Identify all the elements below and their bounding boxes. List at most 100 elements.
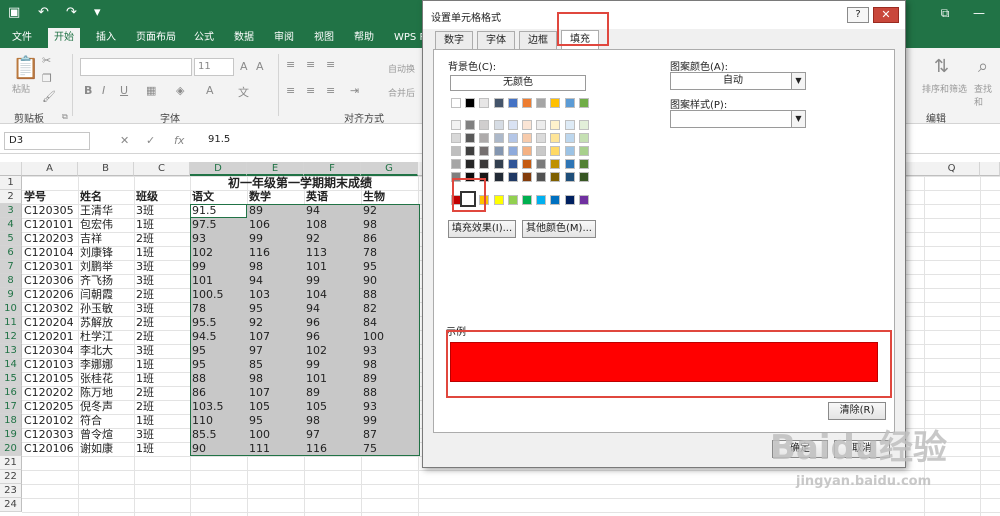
color-swatch[interactable] <box>565 120 575 130</box>
color-swatch[interactable] <box>550 172 560 182</box>
color-swatch[interactable] <box>565 133 575 143</box>
table-cell[interactable]: 3班 <box>134 274 190 288</box>
table-cell[interactable]: 92 <box>361 204 417 218</box>
color-swatch[interactable] <box>465 98 475 108</box>
color-swatch[interactable] <box>579 133 589 143</box>
color-swatch[interactable] <box>536 172 546 182</box>
color-swatch[interactable] <box>550 98 560 108</box>
name-box[interactable]: D3 <box>4 132 90 150</box>
table-cell[interactable]: 95 <box>361 260 417 274</box>
grow-font-icon[interactable]: A <box>240 60 248 73</box>
row-header[interactable]: 9 <box>0 288 22 302</box>
color-swatch[interactable] <box>565 146 575 156</box>
table-cell[interactable]: 3班 <box>134 302 190 316</box>
insert-function-icon[interactable]: fx <box>174 134 184 147</box>
color-swatch[interactable] <box>451 146 461 156</box>
tab-font[interactable]: 字体 <box>477 31 515 49</box>
chevron-down-icon[interactable]: ▼ <box>791 111 805 127</box>
color-swatch[interactable] <box>494 120 504 130</box>
color-swatch[interactable] <box>494 98 504 108</box>
table-cell[interactable]: 3班 <box>134 344 190 358</box>
table-cell[interactable]: 86 <box>190 386 246 400</box>
select-all-corner[interactable] <box>0 162 22 176</box>
table-cell[interactable]: 113 <box>304 246 360 260</box>
copy-icon[interactable]: ❐ <box>42 72 52 85</box>
table-cell[interactable]: C120201 <box>22 330 78 344</box>
paste-label[interactable]: 粘贴 <box>12 82 30 95</box>
borders-icon[interactable]: ▦ <box>146 84 156 97</box>
pattern-color-select[interactable]: 自动 ▼ <box>670 72 806 90</box>
table-cell[interactable]: 刘康锋 <box>78 246 134 260</box>
table-cell[interactable]: 89 <box>361 372 417 386</box>
color-swatch[interactable] <box>565 172 575 182</box>
row-header[interactable]: 12 <box>0 330 22 344</box>
table-cell[interactable]: 94 <box>304 204 360 218</box>
customize-toolbar-icon[interactable]: ▾ <box>94 5 101 20</box>
chevron-down-icon[interactable]: ▼ <box>791 73 805 89</box>
table-cell[interactable]: 曾令煊 <box>78 428 134 442</box>
table-cell[interactable]: 90 <box>190 442 246 456</box>
color-swatch[interactable] <box>479 146 489 156</box>
header-cell-b[interactable]: 姓名 <box>78 190 134 204</box>
table-cell[interactable]: 101 <box>304 372 360 386</box>
table-cell[interactable]: 倪冬声 <box>78 400 134 414</box>
row-header[interactable]: 8 <box>0 274 22 288</box>
table-cell[interactable]: 95 <box>190 358 246 372</box>
table-cell[interactable]: 100.5 <box>190 288 246 302</box>
tab-help[interactable]: 帮助 <box>348 28 380 48</box>
column-header-a[interactable]: A <box>22 162 78 176</box>
row-header[interactable]: 11 <box>0 316 22 330</box>
table-cell[interactable]: 苏解放 <box>78 316 134 330</box>
table-cell[interactable]: 104 <box>304 288 360 302</box>
table-cell[interactable]: 116 <box>247 246 303 260</box>
font-name-select[interactable] <box>80 58 192 76</box>
cut-icon[interactable]: ✂ <box>42 54 51 67</box>
color-swatch[interactable] <box>451 120 461 130</box>
color-swatch[interactable] <box>508 120 518 130</box>
dialog-launcher-icon[interactable]: ⧉ <box>62 112 68 122</box>
color-swatch[interactable] <box>494 159 504 169</box>
paste-icon[interactable]: 📋 <box>12 56 39 81</box>
row-header[interactable]: 19 <box>0 428 22 442</box>
color-swatch[interactable] <box>494 195 504 205</box>
table-cell[interactable]: 107 <box>247 330 303 344</box>
color-swatch[interactable] <box>479 159 489 169</box>
table-cell[interactable]: 101 <box>304 260 360 274</box>
table-cell[interactable]: 李北大 <box>78 344 134 358</box>
table-cell[interactable]: 98 <box>247 372 303 386</box>
table-cell[interactable]: C120305 <box>22 204 78 218</box>
row-header[interactable]: 13 <box>0 344 22 358</box>
row-header[interactable]: 7 <box>0 260 22 274</box>
row-header[interactable]: 10 <box>0 302 22 316</box>
table-cell[interactable]: 99 <box>190 260 246 274</box>
table-cell[interactable]: 95 <box>247 302 303 316</box>
underline-button[interactable]: U <box>120 84 128 97</box>
color-swatch[interactable] <box>465 120 475 130</box>
align-left-icon[interactable]: ≡ <box>286 84 295 97</box>
column-header-d[interactable]: D <box>190 162 247 176</box>
table-cell[interactable]: 2班 <box>134 316 190 330</box>
table-cell[interactable]: 75 <box>361 442 417 456</box>
table-cell[interactable]: 105 <box>247 400 303 414</box>
italic-button[interactable]: I <box>102 84 105 97</box>
color-swatch[interactable] <box>479 133 489 143</box>
table-cell[interactable]: C120102 <box>22 414 78 428</box>
table-cell[interactable]: 吉祥 <box>78 232 134 246</box>
row-header[interactable]: 15 <box>0 372 22 386</box>
row-header[interactable]: 24 <box>0 498 22 512</box>
tab-home[interactable]: 开始 <box>48 28 80 48</box>
column-header-f[interactable]: F <box>304 162 361 176</box>
table-cell[interactable]: 98 <box>247 260 303 274</box>
color-swatch[interactable] <box>579 195 589 205</box>
minimize-button[interactable]: — <box>966 3 992 23</box>
header-cell-e[interactable]: 数学 <box>247 190 303 204</box>
color-swatch[interactable] <box>479 98 489 108</box>
color-swatch[interactable] <box>536 120 546 130</box>
table-cell[interactable]: 94 <box>247 274 303 288</box>
table-cell[interactable]: 88 <box>190 372 246 386</box>
table-cell[interactable]: C120205 <box>22 400 78 414</box>
table-cell[interactable]: 108 <box>304 218 360 232</box>
table-cell[interactable]: 3班 <box>134 260 190 274</box>
table-cell[interactable]: 3班 <box>134 428 190 442</box>
clear-button[interactable]: 清除(R) <box>828 402 886 420</box>
